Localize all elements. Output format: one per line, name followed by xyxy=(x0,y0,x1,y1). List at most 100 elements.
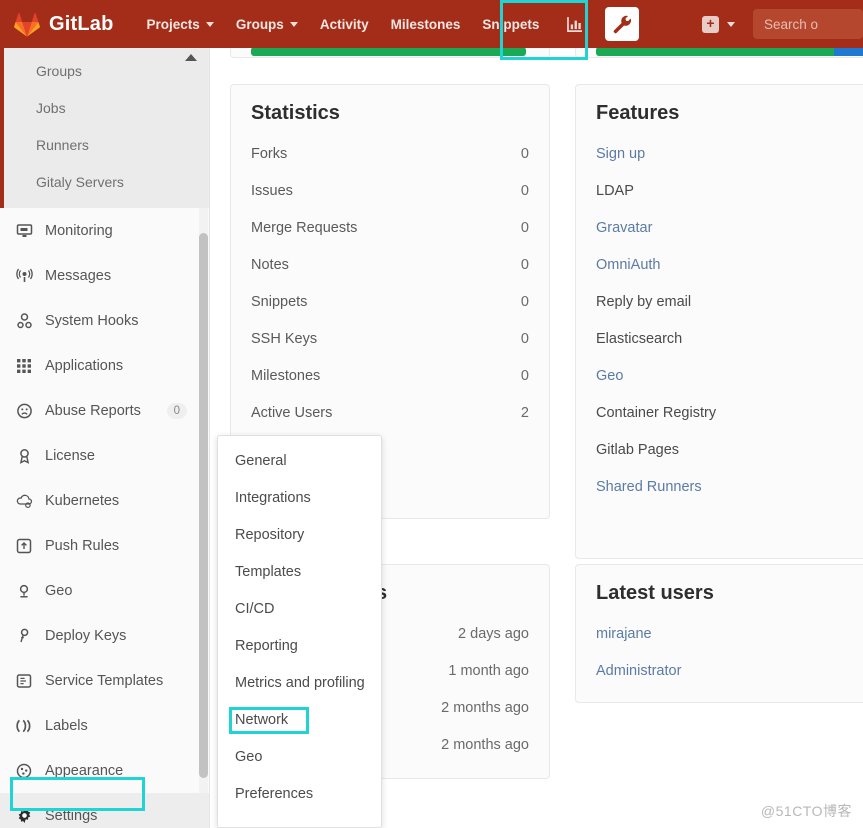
feature-label: Gravatar xyxy=(596,219,653,236)
project-time: 2 days ago xyxy=(458,625,529,642)
project-time: 1 month ago xyxy=(448,662,529,679)
progress-segment-blue xyxy=(833,47,863,56)
collapse-caret-icon[interactable] xyxy=(185,54,197,61)
license-icon xyxy=(14,447,34,465)
wrench-icon xyxy=(613,15,632,34)
progress-segment-green xyxy=(251,47,526,56)
feature-row-geo[interactable]: Geo xyxy=(576,357,863,394)
nav-link-groups-label: Groups xyxy=(235,16,284,32)
statistics-title: Statistics xyxy=(251,102,340,124)
sidebar-item-label: License xyxy=(45,447,95,464)
feature-row-reply-by-email: Reply by email xyxy=(576,283,863,320)
labels-icon xyxy=(14,717,34,735)
feature-row-gitlab-pages: Gitlab Pages xyxy=(576,431,863,468)
dropdown-item-geo[interactable]: Geo xyxy=(218,738,381,775)
stat-row-snippets: Snippets 0 xyxy=(231,283,549,320)
stat-value: 0 xyxy=(520,293,529,310)
dropdown-item-templates[interactable]: Templates xyxy=(218,553,381,590)
feature-row-omniauth[interactable]: OmniAuth xyxy=(576,246,863,283)
sidebar-subitem-gitaly-servers[interactable]: Gitaly Servers xyxy=(4,163,209,200)
top-navbar: GitLab Projects Groups Activity Mileston… xyxy=(0,0,863,48)
stat-label: Merge Requests xyxy=(251,219,358,236)
feature-row-ldap: LDAP xyxy=(576,172,863,209)
stat-row-ssh-keys: SSH Keys 0 xyxy=(231,320,549,357)
feature-row-sign-up[interactable]: Sign up xyxy=(576,135,863,172)
feature-label: LDAP xyxy=(596,182,634,199)
sidebar-item-license[interactable]: License xyxy=(0,433,209,478)
admin-sidebar: Groups Jobs Runners Gitaly Servers Monit… xyxy=(0,48,210,828)
stat-row-issues: Issues 0 xyxy=(231,172,549,209)
stat-label: Forks xyxy=(251,145,288,162)
sidebar-item-label: Kubernetes xyxy=(45,492,120,509)
user-row-administrator[interactable]: Administrator 2 months ag xyxy=(576,652,863,689)
progress-bar-left xyxy=(251,47,526,56)
sidebar-subitem-jobs[interactable]: Jobs xyxy=(4,89,209,126)
dropdown-item-cicd[interactable]: CI/CD xyxy=(218,590,381,627)
feature-row-container-registry: Container Registry xyxy=(576,394,863,431)
hook-icon xyxy=(14,312,34,330)
sidebar-item-label: Applications xyxy=(45,357,124,374)
sidebar-item-label: Service Templates xyxy=(45,672,164,689)
stat-label: Notes xyxy=(251,256,289,273)
sidebar-item-label: Messages xyxy=(45,267,112,284)
sidebar-subitem-groups[interactable]: Groups xyxy=(4,52,209,89)
sidebar-item-monitoring[interactable]: Monitoring xyxy=(0,208,209,253)
dropdown-item-repository[interactable]: Repository xyxy=(218,516,381,553)
sidebar-item-push-rules[interactable]: Push Rules xyxy=(0,523,209,568)
stat-row-active-users: Active Users 2 xyxy=(231,394,549,431)
feature-label: Container Registry xyxy=(596,404,717,421)
highlight-box-settings xyxy=(10,777,145,811)
feature-label: Reply by email xyxy=(596,293,692,310)
stat-row-merge-requests: Merge Requests 0 xyxy=(231,209,549,246)
sidebar-item-service-templates[interactable]: Service Templates xyxy=(0,658,209,703)
gitlab-brand[interactable]: GitLab xyxy=(14,12,114,37)
sidebar-item-labels[interactable]: Labels xyxy=(0,703,209,748)
sidebar-item-system-hooks[interactable]: System Hooks xyxy=(0,298,209,343)
chevron-down-icon xyxy=(289,21,298,27)
progress-bar-right xyxy=(596,47,863,56)
new-item-button[interactable]: + xyxy=(696,12,741,37)
stat-value: 0 xyxy=(520,219,529,236)
nav-link-groups[interactable]: Groups xyxy=(225,11,309,38)
sidebar-item-label: Labels xyxy=(45,717,88,734)
sidebar-item-kubernetes[interactable]: Kubernetes xyxy=(0,478,209,523)
stat-value: 0 xyxy=(520,182,529,199)
features-title: Features xyxy=(596,102,680,124)
feature-label: Elasticsearch xyxy=(596,330,683,347)
abuse-face-icon xyxy=(14,402,34,420)
broadcast-icon xyxy=(14,267,34,285)
gitlab-tanuki-icon xyxy=(14,12,40,37)
progress-segment-green xyxy=(596,47,834,56)
dropdown-item-reporting[interactable]: Reporting xyxy=(218,627,381,664)
nav-link-activity[interactable]: Activity xyxy=(309,11,380,38)
sidebar-submenu-overview: Groups Jobs Runners Gitaly Servers xyxy=(0,48,209,208)
feature-row-gravatar[interactable]: Gravatar xyxy=(576,209,863,246)
feature-label: Gitlab Pages xyxy=(596,441,680,458)
sidebar-item-abuse-reports[interactable]: Abuse Reports 0 xyxy=(0,388,209,433)
sidebar-scrollbar-thumb[interactable] xyxy=(199,233,208,778)
sidebar-item-label: Push Rules xyxy=(45,537,120,554)
sidebar-item-deploy-keys[interactable]: Deploy Keys xyxy=(0,613,209,658)
stat-value: 0 xyxy=(520,256,529,273)
wrench-icon-button[interactable] xyxy=(605,7,640,41)
stat-value: 0 xyxy=(520,330,529,347)
feature-row-shared-runners[interactable]: Shared Runners xyxy=(576,468,863,505)
latest-users-card: Latest users mirajane 2 months ag Admini… xyxy=(575,564,863,703)
settings-dropdown-menu: General Integrations Repository Template… xyxy=(217,435,382,828)
dropdown-item-general[interactable]: General xyxy=(218,442,381,479)
dropdown-item-preferences[interactable]: Preferences xyxy=(218,775,381,812)
sidebar-item-messages[interactable]: Messages xyxy=(0,253,209,298)
user-name: mirajane xyxy=(596,625,652,642)
sidebar-item-geo[interactable]: Geo xyxy=(0,568,209,613)
dropdown-item-integrations[interactable]: Integrations xyxy=(218,479,381,516)
dropdown-item-metrics-and-profiling[interactable]: Metrics and profiling xyxy=(218,664,381,701)
user-row-mirajane[interactable]: mirajane 2 months ag xyxy=(576,615,863,652)
template-icon xyxy=(14,672,34,690)
sidebar-item-applications[interactable]: Applications xyxy=(0,343,209,388)
nav-link-milestones[interactable]: Milestones xyxy=(380,11,472,38)
nav-link-projects[interactable]: Projects xyxy=(136,11,225,38)
sidebar-subitem-runners[interactable]: Runners xyxy=(4,126,209,163)
feature-row-elasticsearch: Elasticsearch xyxy=(576,320,863,357)
project-time: 2 months ago xyxy=(441,736,529,753)
search-input[interactable]: Search o xyxy=(753,9,863,39)
